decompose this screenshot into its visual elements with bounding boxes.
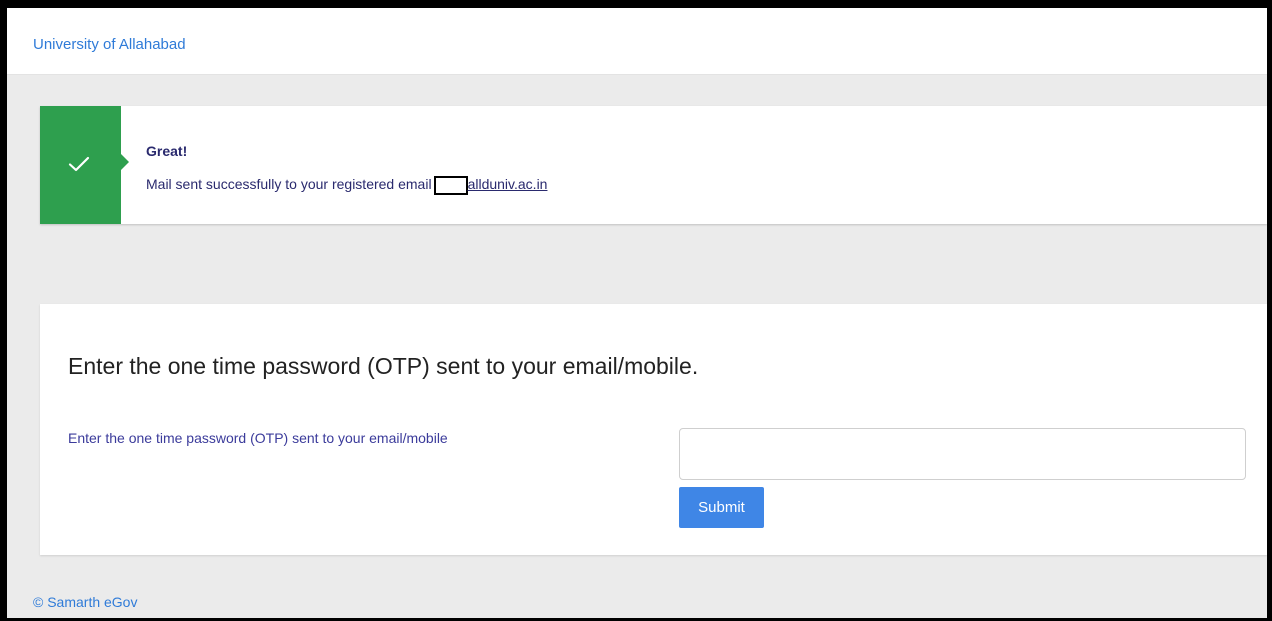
alert-title: Great! — [146, 143, 188, 159]
success-alert: Great! Mail sent successfully to your re… — [40, 106, 1267, 224]
submit-button[interactable]: Submit — [679, 487, 764, 528]
top-navbar: University of Allahabad — [7, 8, 1267, 75]
alert-message: Mail sent successfully to your registere… — [146, 176, 547, 195]
otp-heading: Enter the one time password (OTP) sent t… — [68, 353, 699, 379]
otp-input[interactable] — [679, 428, 1246, 480]
brand-link[interactable]: University of Allahabad — [33, 36, 186, 53]
email-domain-text: allduniv.ac.in — [467, 176, 548, 192]
alert-badge — [40, 106, 129, 224]
alert-message-text: Mail sent successfully to your registere… — [146, 176, 432, 192]
otp-card: Enter the one time password (OTP) sent t… — [40, 304, 1267, 555]
footer-copyright: © Samarth eGov — [33, 594, 138, 610]
check-icon — [68, 156, 90, 172]
otp-label: Enter the one time password (OTP) sent t… — [68, 430, 448, 446]
redacted-box — [433, 176, 468, 195]
page-frame: University of Allahabad Great! Mail sent… — [0, 0, 1272, 621]
